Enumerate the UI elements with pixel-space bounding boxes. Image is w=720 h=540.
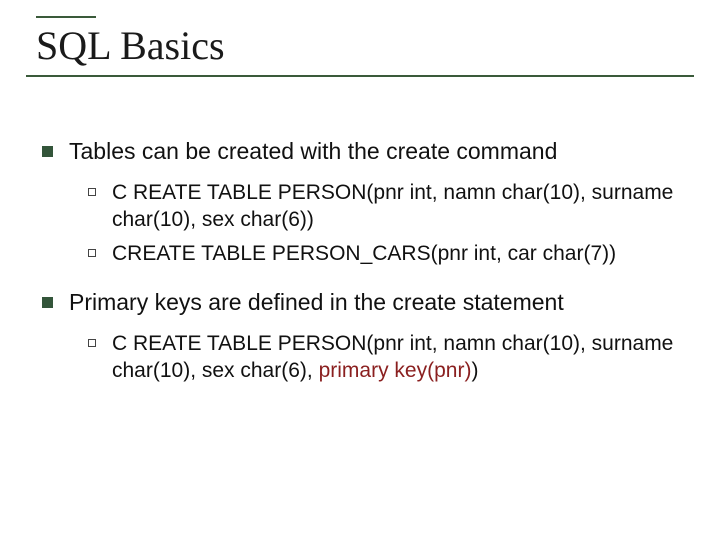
- slide-content: Tables can be created with the create co…: [26, 137, 694, 384]
- sublist-item: CREATE TABLE PERSON_CARS(pnr int, car ch…: [88, 241, 694, 267]
- hollow-square-bullet-icon: [88, 339, 96, 347]
- square-bullet-icon: [42, 297, 53, 308]
- sublist-item: C REATE TABLE PERSON(pnr int, namn char(…: [88, 331, 694, 384]
- slide-title: SQL Basics: [26, 22, 694, 69]
- hollow-square-bullet-icon: [88, 249, 96, 257]
- title-accent-line: [36, 16, 96, 18]
- sublist-item-text: C REATE TABLE PERSON(pnr int, namn char(…: [112, 180, 694, 233]
- hollow-square-bullet-icon: [88, 188, 96, 196]
- list-item: Primary keys are defined in the create s…: [42, 288, 694, 317]
- code-suffix: ): [471, 359, 478, 382]
- list-item-text: Tables can be created with the create co…: [69, 137, 557, 166]
- slide: SQL Basics Tables can be created with th…: [0, 0, 720, 540]
- highlighted-code: primary key(pnr): [319, 359, 472, 382]
- title-container: SQL Basics: [26, 22, 694, 77]
- sublist-item-text: CREATE TABLE PERSON_CARS(pnr int, car ch…: [112, 241, 616, 267]
- list-item-text: Primary keys are defined in the create s…: [69, 288, 564, 317]
- sublist: C REATE TABLE PERSON(pnr int, namn char(…: [88, 331, 694, 384]
- sublist: C REATE TABLE PERSON(pnr int, namn char(…: [88, 180, 694, 267]
- list-item: Tables can be created with the create co…: [42, 137, 694, 166]
- sublist-item-text: C REATE TABLE PERSON(pnr int, namn char(…: [112, 331, 694, 384]
- sublist-item: C REATE TABLE PERSON(pnr int, namn char(…: [88, 180, 694, 233]
- square-bullet-icon: [42, 146, 53, 157]
